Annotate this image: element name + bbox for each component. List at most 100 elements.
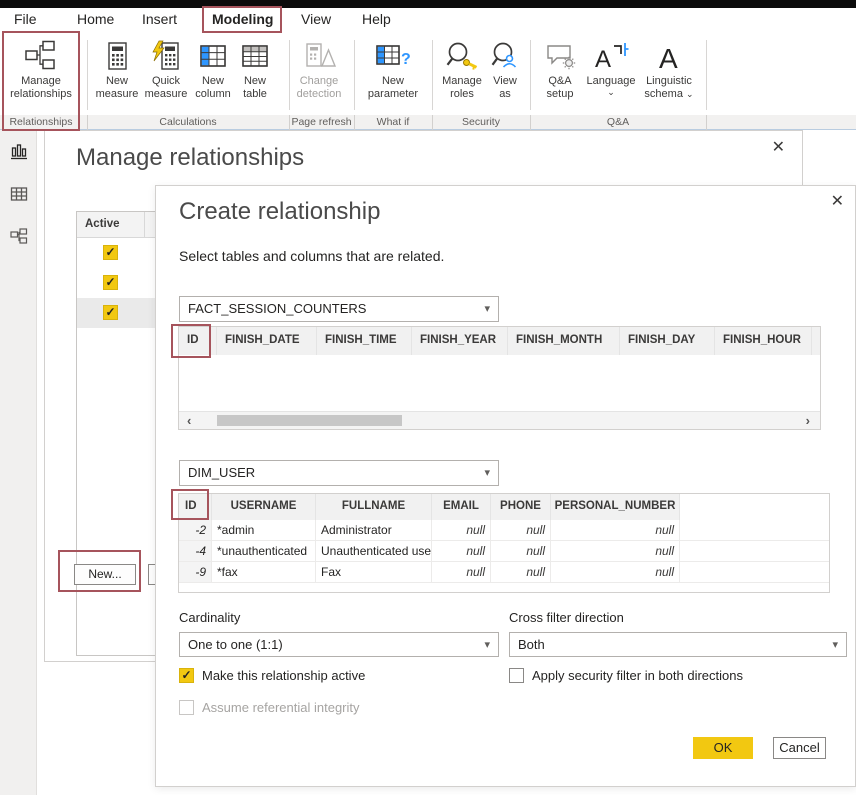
cell-personal-number[interactable]: null	[551, 562, 680, 582]
column-header-id[interactable]: ID	[179, 494, 212, 520]
change-detection-icon	[302, 36, 336, 72]
table-row[interactable]: -2 *admin Administrator null null null	[179, 520, 829, 541]
data-view-icon[interactable]	[9, 184, 29, 204]
cancel-button[interactable]: Cancel	[773, 737, 826, 759]
make-active-checkbox-row[interactable]: ✓ Make this relationship active	[179, 668, 365, 683]
svg-text:?: ?	[401, 51, 411, 68]
change-detection-label: Change detection	[290, 75, 348, 101]
menu-home[interactable]: Home	[77, 11, 114, 27]
manage-relationships-button[interactable]: Manage relationships	[3, 36, 79, 112]
security-filter-checkbox[interactable]	[509, 668, 524, 683]
cell-fullname[interactable]: Fax	[316, 562, 432, 582]
cell-username[interactable]: *fax	[212, 562, 316, 582]
menu-insert[interactable]: Insert	[142, 11, 177, 27]
linguistic-schema-button[interactable]: A Linguistic schema ⌄	[638, 36, 700, 112]
cell-phone[interactable]: null	[491, 541, 551, 561]
menu-bar: File Home Insert Modeling View Help	[0, 8, 856, 33]
column-header[interactable]: FULLNAME	[316, 494, 432, 520]
active-column-header[interactable]: Active	[77, 212, 144, 237]
column-header[interactable]: USERNAME	[212, 494, 316, 520]
cell-phone[interactable]: null	[491, 562, 551, 582]
cardinality-dropdown[interactable]: One to one (1:1) ▾	[179, 632, 499, 657]
column-header[interactable]: EMAIL	[432, 494, 491, 520]
cell-phone[interactable]: null	[491, 520, 551, 540]
ribbon-group-strip: Relationships Calculations Page refresh …	[0, 115, 856, 130]
magnifier-person-icon	[489, 36, 521, 72]
cell-id[interactable]: -9	[179, 562, 212, 582]
manage-roles-button[interactable]: Manage roles	[438, 36, 486, 112]
second-table-dropdown[interactable]: DIM_USER ▾	[179, 460, 499, 486]
cell-personal-number[interactable]: null	[551, 541, 680, 561]
report-view-icon[interactable]	[9, 141, 29, 161]
security-filter-checkbox-row[interactable]: Apply security filter in both directions	[509, 668, 743, 683]
column-header[interactable]: USER_ID	[812, 327, 820, 355]
check-icon: ✓	[105, 275, 115, 289]
make-active-checkbox[interactable]: ✓	[179, 668, 194, 683]
check-icon: ✓	[105, 305, 115, 319]
menu-help[interactable]: Help	[362, 11, 391, 27]
column-header[interactable]: FINISH_YEAR	[412, 327, 508, 355]
cell-email[interactable]: null	[432, 520, 491, 540]
column-header[interactable]: PERSONAL_NUMBER	[551, 494, 680, 520]
cell-username[interactable]: *unauthenticated	[212, 541, 316, 561]
group-label-qa: Q&A	[530, 116, 706, 128]
chevron-down-icon: ⌄	[686, 89, 694, 99]
column-header-id[interactable]: ID	[179, 327, 217, 355]
model-view-icon[interactable]	[9, 227, 29, 247]
column-header[interactable]: FINISH_DAY	[620, 327, 715, 355]
new-measure-button[interactable]: New measure	[93, 36, 141, 112]
create-dialog-title: Create relationship	[179, 198, 380, 226]
scrollbar-thumb[interactable]	[217, 415, 402, 426]
cell-email[interactable]: null	[432, 541, 491, 561]
svg-text:A: A	[595, 46, 611, 72]
cross-filter-label: Cross filter direction	[509, 610, 624, 625]
cross-filter-dropdown[interactable]: Both ▾	[509, 632, 847, 657]
second-table-preview: ID USERNAME FULLNAME EMAIL PHONE PERSONA…	[178, 493, 830, 593]
table-icon	[240, 36, 270, 72]
menu-file[interactable]: File	[14, 11, 37, 27]
new-column-button[interactable]: New column	[191, 36, 235, 112]
change-detection-button: Change detection	[290, 36, 348, 112]
language-button[interactable]: A Language⌄	[584, 36, 638, 112]
quick-measure-button[interactable]: Quick measure	[141, 36, 191, 112]
table-row[interactable]: -4 *unauthenticated Unauthenticated user…	[179, 541, 829, 562]
column-header[interactable]: FINISH_HOUR	[715, 327, 812, 355]
column-header[interactable]: FINISH_MONTH	[508, 327, 620, 355]
menu-view[interactable]: View	[301, 11, 331, 27]
new-parameter-button[interactable]: ? New parameter	[363, 36, 423, 112]
ribbon-separator	[706, 40, 707, 110]
scroll-right-icon[interactable]: ›	[806, 413, 810, 428]
active-checkbox[interactable]: ✓	[103, 305, 118, 320]
cell-fullname[interactable]: Unauthenticated user	[316, 541, 432, 561]
column-header[interactable]: FINISH_TIME	[317, 327, 412, 355]
scroll-left-icon[interactable]: ‹	[187, 413, 191, 428]
table-column-icon	[198, 36, 228, 72]
cell-id[interactable]: -4	[179, 541, 212, 561]
chevron-down-icon: ⌄	[587, 88, 636, 96]
cell-id[interactable]: -2	[179, 520, 212, 540]
close-icon[interactable]: ✕	[772, 140, 785, 156]
close-icon[interactable]: ✕	[831, 194, 844, 210]
linguistic-schema-label: Linguistic schema ⌄	[638, 75, 700, 101]
ribbon-separator	[530, 40, 531, 110]
menu-modeling[interactable]: Modeling	[212, 11, 273, 27]
view-as-button[interactable]: View as	[487, 36, 523, 112]
second-table-header-row: ID USERNAME FULLNAME EMAIL PHONE PERSONA…	[179, 494, 829, 520]
first-table-dropdown[interactable]: FACT_SESSION_COUNTERS ▾	[179, 296, 499, 322]
column-header[interactable]: PHONE	[491, 494, 551, 520]
active-checkbox[interactable]: ✓	[103, 275, 118, 290]
calculator-icon	[102, 36, 132, 72]
active-checkbox[interactable]: ✓	[103, 245, 118, 260]
cell-personal-number[interactable]: null	[551, 520, 680, 540]
qa-setup-button[interactable]: Q&A setup	[538, 36, 582, 112]
cell-username[interactable]: *admin	[212, 520, 316, 540]
language-icon: A	[592, 36, 630, 72]
new-table-button[interactable]: New table	[235, 36, 275, 112]
ok-button[interactable]: OK	[693, 737, 753, 759]
cell-email[interactable]: null	[432, 562, 491, 582]
table-row[interactable]: -9 *fax Fax null null null	[179, 562, 829, 583]
manage-relationships-label: Manage relationships	[3, 75, 79, 101]
cell-fullname[interactable]: Administrator	[316, 520, 432, 540]
new-relationship-button[interactable]: New...	[74, 564, 136, 585]
column-header[interactable]: FINISH_DATE	[217, 327, 317, 355]
